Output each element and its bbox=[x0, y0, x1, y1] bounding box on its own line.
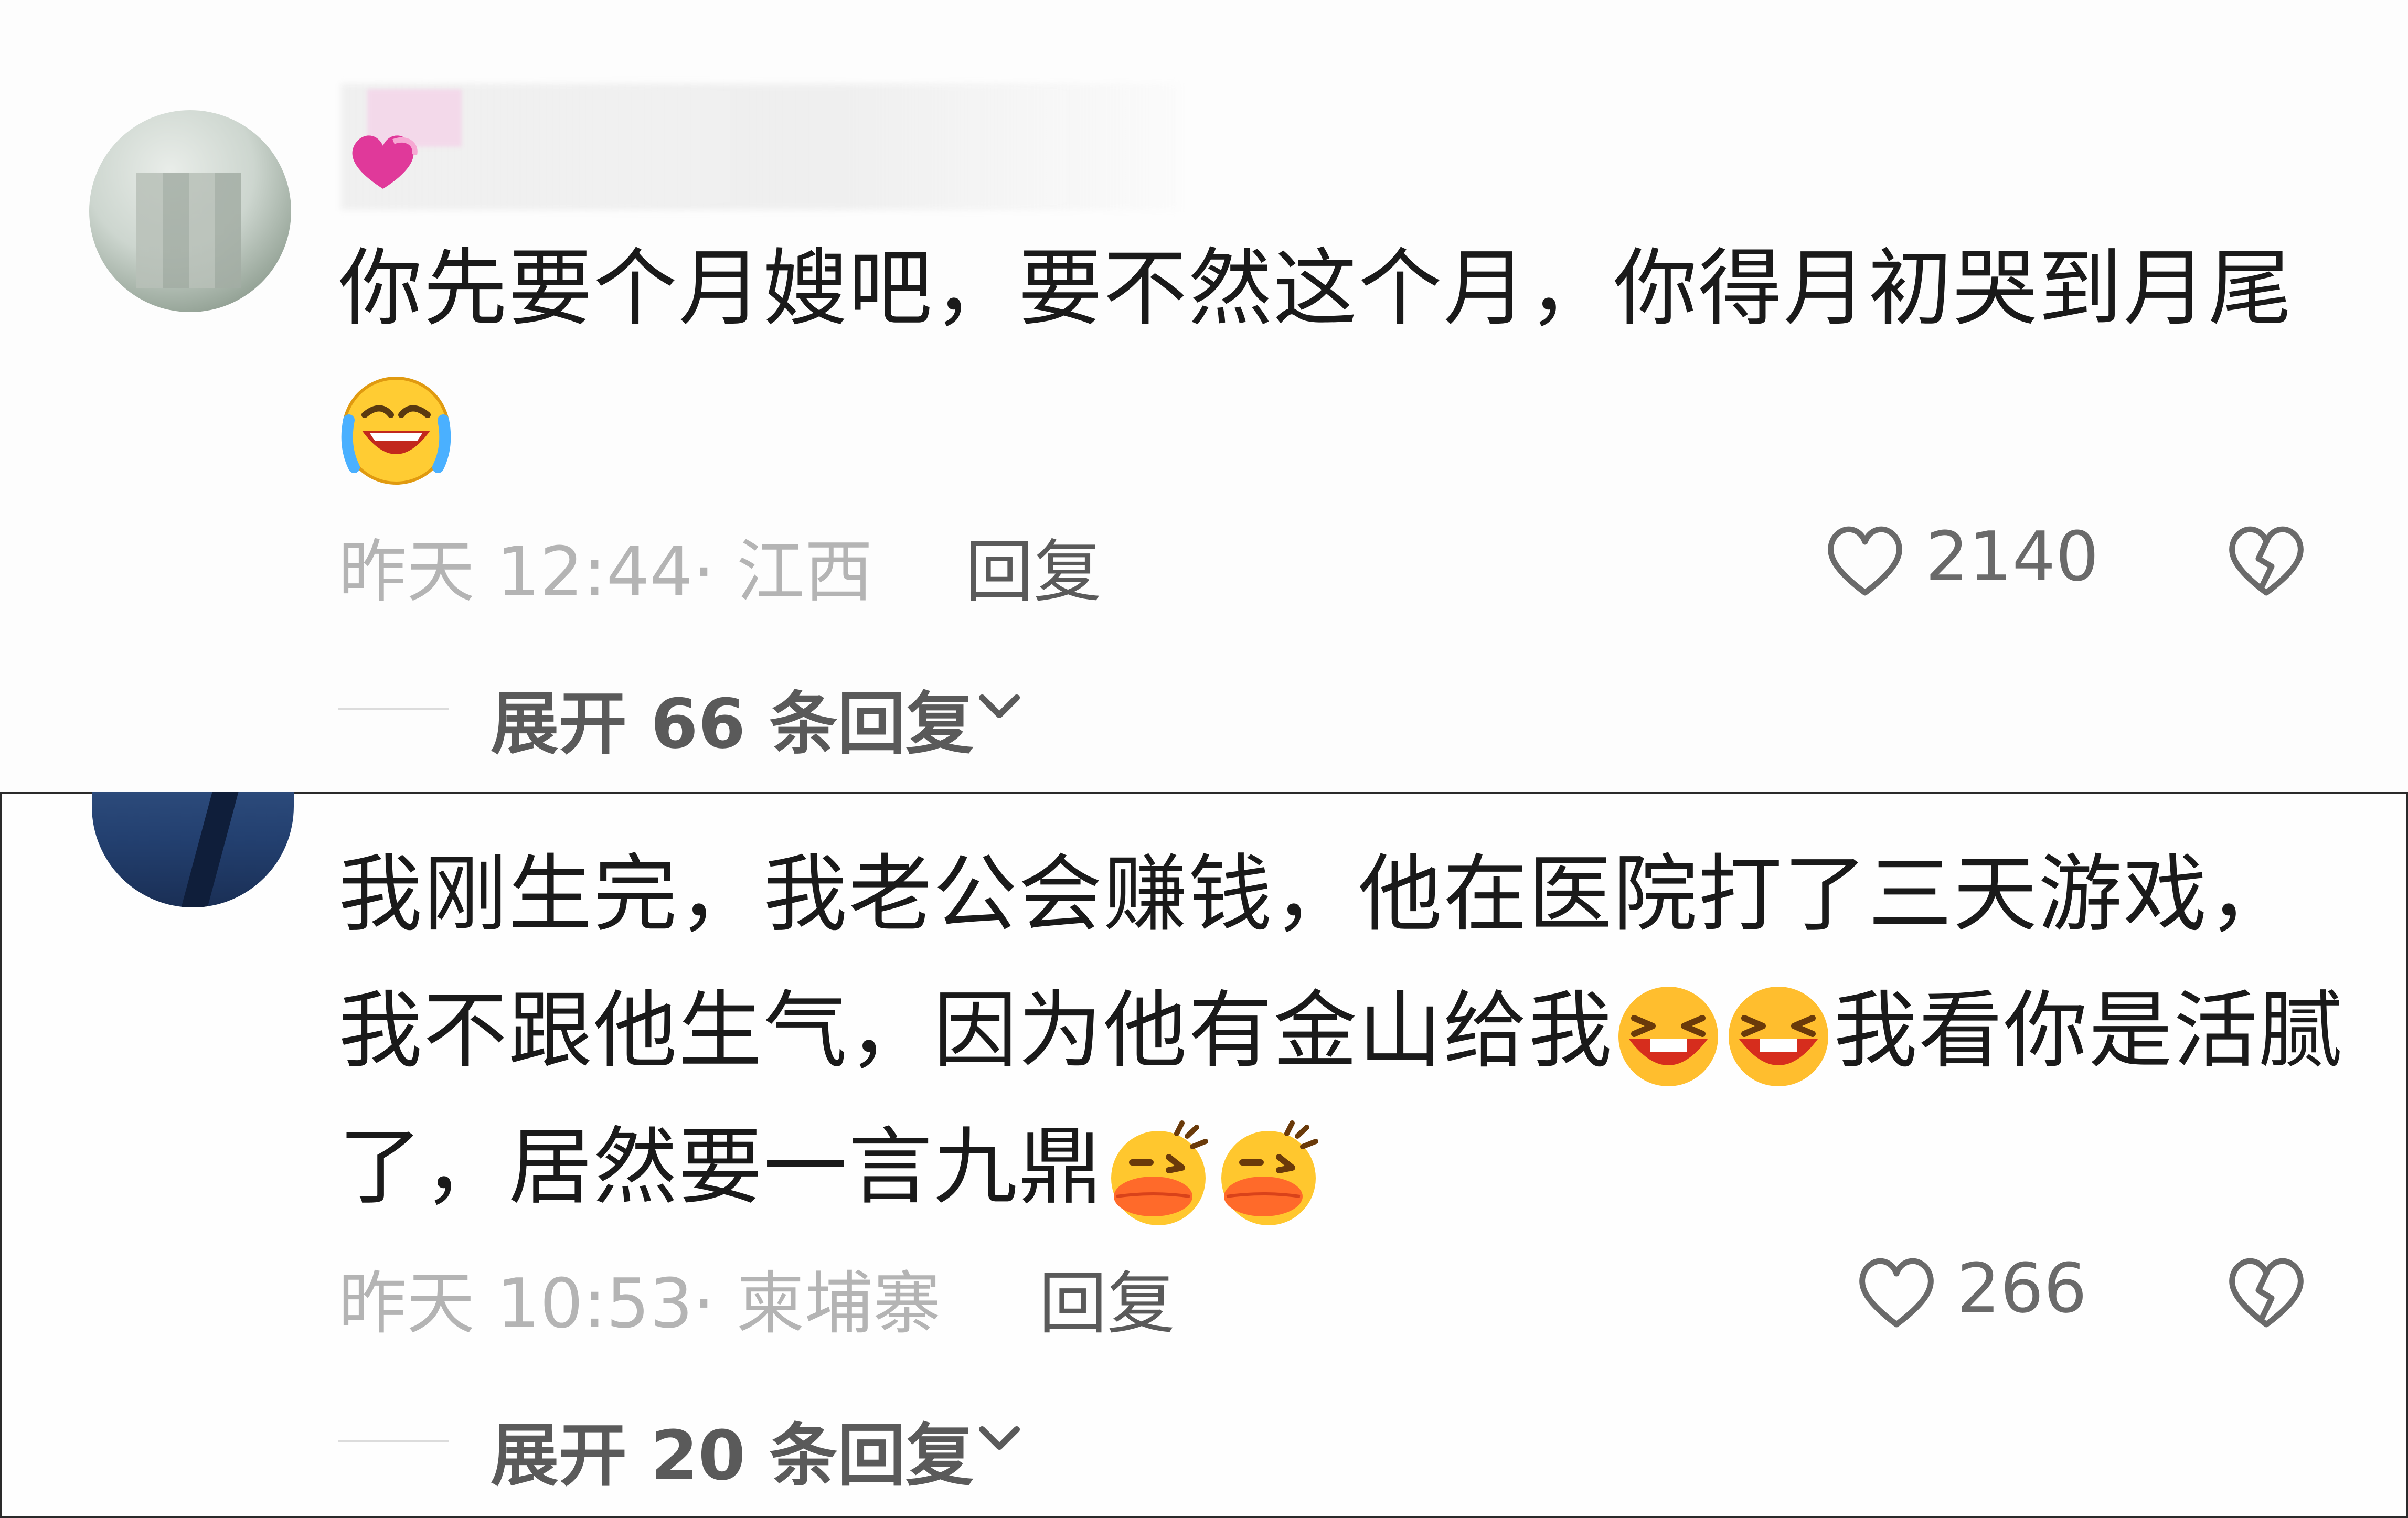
comment-meta: 昨天 12:44· 江西 bbox=[338, 517, 873, 615]
avatar-detail bbox=[181, 792, 239, 907]
avatar-blur bbox=[136, 173, 241, 288]
expand-replies-button[interactable]: 展开 66 条回复 bbox=[491, 669, 974, 767]
heart-outline-icon[interactable] bbox=[1820, 517, 1910, 601]
comment-time: 昨天 12:44 bbox=[338, 532, 693, 612]
grin-laugh-emoji bbox=[1618, 987, 1719, 1087]
broken-heart-icon[interactable] bbox=[2222, 1248, 2311, 1332]
rofl-emoji bbox=[341, 377, 451, 485]
chevron-down-icon[interactable] bbox=[976, 1423, 1023, 1455]
like-count: 2140 bbox=[1925, 517, 2099, 596]
avatar[interactable] bbox=[89, 110, 291, 312]
grin-laugh-emoji bbox=[1729, 987, 1829, 1087]
username-redacted bbox=[341, 84, 1180, 210]
comment-text: 你先要个月嫂吧，要不然这个月，你得月初哭到月尾 bbox=[338, 220, 2332, 493]
comment-text: 我刚生完，我老公会赚钱，他在医院打了三天游戏，我不跟他生气，因为他有金山给我 我… bbox=[338, 826, 2358, 1235]
like-count: 266 bbox=[1957, 1248, 2087, 1328]
chevron-down-icon[interactable] bbox=[976, 691, 1023, 723]
thread-divider bbox=[338, 708, 449, 710]
duck-lips-emoji bbox=[1221, 1120, 1319, 1226]
comment-item: 你先要个月嫂吧，要不然这个月，你得月初哭到月尾 昨天 12:44· 江西 回复 … bbox=[0, 0, 2408, 792]
heart-badge-icon bbox=[352, 135, 418, 189]
duck-lips-emoji bbox=[1111, 1120, 1209, 1226]
comment-time: 昨天 10:53 bbox=[338, 1264, 693, 1343]
comment-meta: 昨天 10:53· 柬埔寨 bbox=[338, 1248, 941, 1347]
reply-button[interactable]: 回复 bbox=[965, 517, 1102, 615]
expand-replies-button[interactable]: 展开 20 条回复 bbox=[491, 1401, 974, 1499]
heart-outline-icon[interactable] bbox=[1852, 1248, 1941, 1332]
reply-button[interactable]: 回复 bbox=[1039, 1248, 1175, 1347]
thread-divider bbox=[338, 1440, 449, 1442]
comment-location: · 柬埔寨 bbox=[692, 1264, 941, 1343]
comment-location: · 江西 bbox=[692, 532, 873, 612]
comment-text-content: 你先要个月嫂吧，要不然这个月，你得月初哭到月尾 bbox=[338, 239, 2294, 337]
broken-heart-icon[interactable] bbox=[2222, 517, 2311, 601]
